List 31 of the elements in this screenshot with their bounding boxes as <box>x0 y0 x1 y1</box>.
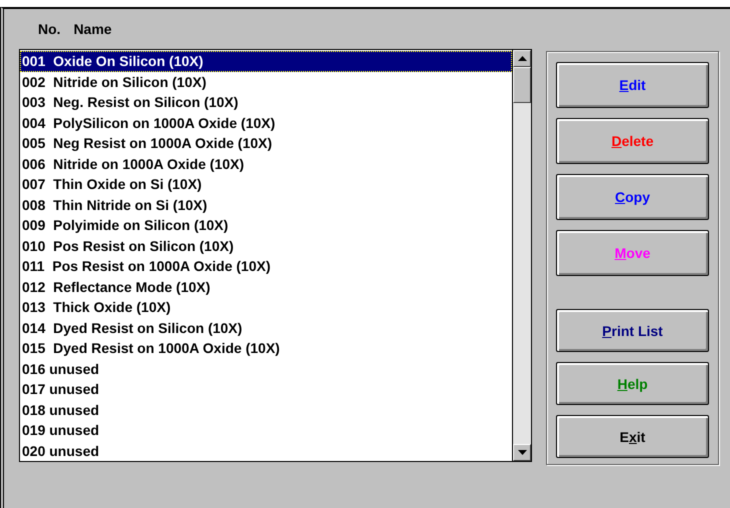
list-item[interactable]: 014 Dyed Resist on Silicon (10X) <box>20 318 512 338</box>
scroll-thumb[interactable] <box>513 67 531 103</box>
list-item[interactable]: 006 Nitride on 1000A Oxide (10X) <box>20 154 512 174</box>
column-header: Name <box>74 21 112 37</box>
action-button[interactable]: Copy <box>556 174 709 220</box>
list-item[interactable]: 002 Nitride on Silicon (10X) <box>20 72 512 92</box>
list-item[interactable]: 015 Dyed Resist on 1000A Oxide (10X) <box>20 338 512 358</box>
action-button[interactable]: Edit <box>556 62 709 108</box>
list-item[interactable]: 018 unused <box>20 400 512 420</box>
list-item[interactable]: 001 Oxide On Silicon (10X) <box>20 51 512 72</box>
list-item[interactable]: 010 Pos Resist on Silicon (10X) <box>20 236 512 256</box>
column-header: No. <box>38 21 61 37</box>
list-item[interactable]: 016 unused <box>20 358 512 379</box>
action-button[interactable]: Exit <box>556 415 709 458</box>
scroll-up-button[interactable] <box>513 50 531 67</box>
list-item[interactable]: 003 Neg. Resist on Silicon (10X) <box>20 92 512 112</box>
list-item[interactable]: 013 Thick Oxide (10X) <box>20 297 512 318</box>
scroll-down-button[interactable] <box>513 444 531 461</box>
list-item[interactable]: 012 Reflectance Mode (10X) <box>20 276 512 297</box>
list-item[interactable]: 019 unused <box>20 420 512 440</box>
action-button[interactable]: Print List <box>556 309 709 352</box>
list-item[interactable]: 008 Thin Nitride on Si (10X) <box>20 194 512 215</box>
list-item[interactable]: 004 PolySilicon on 1000A Oxide (10X) <box>20 112 512 133</box>
list-item[interactable]: 011 Pos Resist on 1000A Oxide (10X) <box>20 256 512 276</box>
list-item[interactable]: 007 Thin Oxide on Si (10X) <box>20 174 512 194</box>
list-item[interactable]: 020 unused <box>20 440 512 461</box>
list-item[interactable]: 017 unused <box>20 379 512 400</box>
list-item[interactable]: 009 Polyimide on Silicon (10X) <box>20 215 512 236</box>
down-arrow-icon <box>518 450 526 455</box>
up-arrow-icon <box>518 56 526 61</box>
list-item[interactable]: 005 Neg Resist on 1000A Oxide (10X) <box>20 133 512 154</box>
